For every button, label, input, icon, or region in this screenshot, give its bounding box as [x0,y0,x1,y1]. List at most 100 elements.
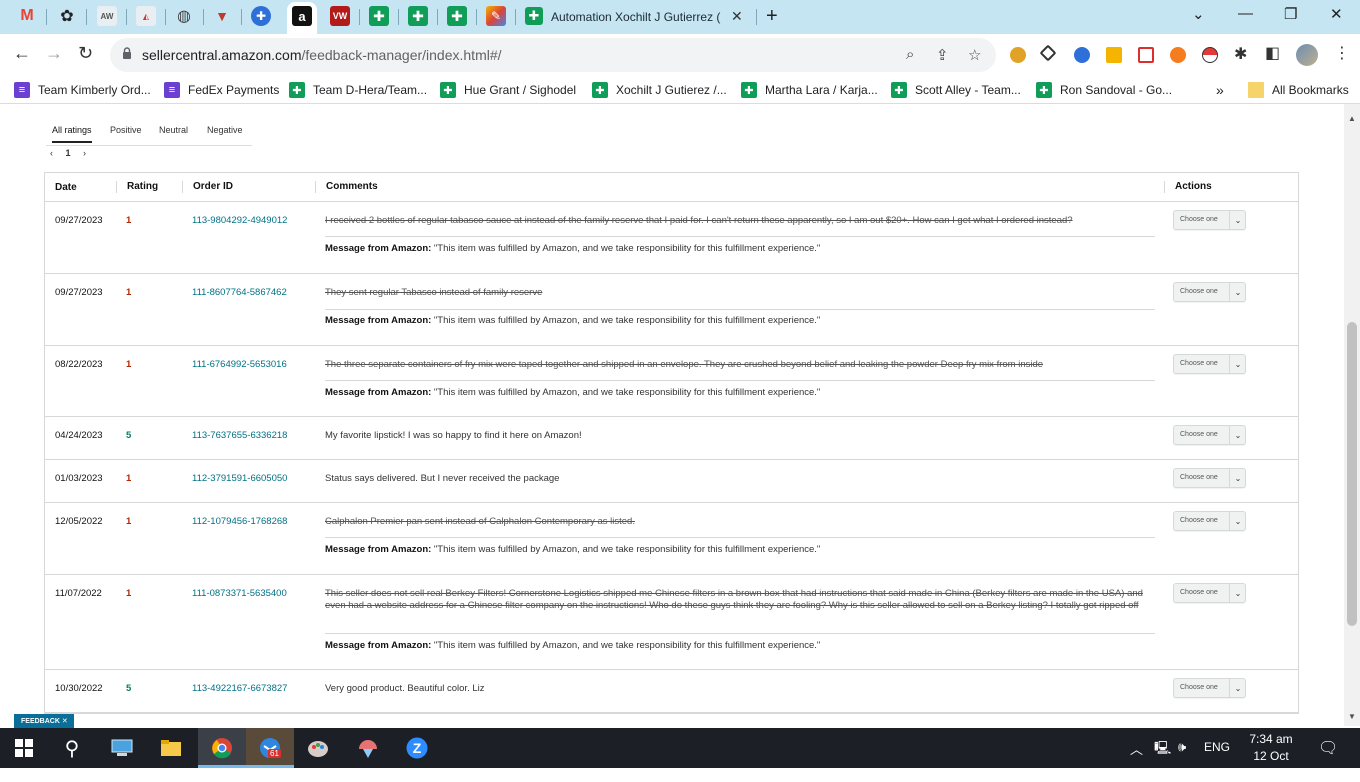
vw-tab-icon[interactable]: VW [330,6,350,26]
bookmark-item[interactable]: ✚ Martha Lara / Karja... [741,82,878,98]
scroll-up-icon[interactable]: ▲ [1348,114,1356,123]
share-icon[interactable]: ⇪ [936,46,949,64]
reload-icon[interactable]: ↻ [78,43,93,64]
amazon-message: Message from Amazon: "This item was fulf… [325,640,821,651]
order-id-link[interactable]: 111-0873371-5635400 [192,588,287,599]
chevron-down-icon: ⌄ [1229,355,1246,373]
bookmark-item[interactable]: ✚ Ron Sandoval - Go... [1036,82,1172,98]
triangle-tab-icon[interactable]: ▼ [212,6,232,26]
back-arrow-icon[interactable]: ← [13,43,31,64]
file-explorer-icon[interactable] [159,736,183,760]
action-dropdown[interactable]: Choose one ⌄ [1173,354,1246,374]
page-scrollbar[interactable]: ▲ ▼ [1344,104,1360,726]
network-icon[interactable]: 🖳 [1154,739,1171,761]
action-dropdown[interactable]: Choose one ⌄ [1173,678,1246,698]
windows-start-icon[interactable] [12,736,36,760]
sheets-tab-icon[interactable]: ✚ [369,6,389,26]
order-id-link[interactable]: 113-4922167-6673827 [192,683,287,694]
menu-kebab-icon[interactable]: ⋮ [1334,43,1350,63]
system-clock[interactable]: 7:34 am 12 Oct 2023 [1240,731,1302,782]
order-id-link[interactable]: 113-9804292-4949012 [192,215,287,226]
amazon-tab-icon[interactable]: a [292,6,312,26]
order-id-link[interactable]: 113-7637655-6336218 [192,430,287,441]
order-id-link[interactable]: 112-3791591-6605050 [192,473,287,484]
order-id-link[interactable]: 111-6764992-5653016 [192,359,287,370]
extension-icon[interactable] [1039,44,1057,62]
language-indicator[interactable]: ENG [1204,740,1230,754]
paint-icon[interactable] [306,736,330,760]
bookmark-item[interactable]: ✚ Scott Alley - Team... [891,82,1021,98]
extension-icon[interactable] [1138,47,1154,63]
extension-icon[interactable] [1170,47,1186,63]
list-icon: ≡ [164,82,180,98]
action-dropdown[interactable]: Choose one ⌄ [1173,511,1246,531]
extension-icon[interactable] [1202,47,1218,63]
tab-positive[interactable]: Positive [110,125,142,135]
computer-icon[interactable] [110,736,134,760]
zoom-app-icon[interactable]: Z [405,736,429,760]
sheets-tab-icon[interactable]: ✚ [447,6,467,26]
site-tab-icon[interactable]: ◭ [136,6,156,26]
feedback-button[interactable]: FEEDBACK ✕ [14,714,74,728]
chrome-icon[interactable] [210,736,234,760]
action-dropdown[interactable]: Choose one ⌄ [1173,425,1246,445]
pencil-tab-icon[interactable]: ✎ [486,6,506,26]
extension-icon[interactable] [1074,47,1090,63]
current-page[interactable]: 1 [66,148,71,158]
bookmark-star-icon[interactable]: ☆ [968,46,981,64]
list-icon: ≡ [14,82,30,98]
tab-neutral[interactable]: Neutral [159,125,188,135]
automation-tab[interactable]: ✚ Automation Xochilt J Gutierrez ( ✕ [525,6,755,28]
bookmark-item[interactable]: ≡ Team Kimberly Ord... [14,82,151,98]
amazon-message: Message from Amazon: "This item was fulf… [325,387,821,398]
action-dropdown[interactable]: Choose one ⌄ [1173,282,1246,302]
bookmark-item[interactable]: ✚ Team D-Hera/Team... [289,82,427,98]
close-window-button[interactable]: ✕ [1330,5,1343,23]
bookmark-item[interactable]: ✚ Xochilt J Gutierez /... [592,82,727,98]
scrollbar-thumb[interactable] [1347,322,1357,626]
search-icon[interactable]: ⚲ [60,736,84,760]
chevron-down-icon: ⌄ [1229,211,1246,229]
close-tab-icon[interactable]: ✕ [731,8,743,25]
sheets-tab-icon[interactable]: ✚ [408,6,428,26]
openai-tab-icon[interactable]: ✿ [57,6,77,26]
bookmarks-overflow-icon[interactable]: » [1216,82,1224,98]
site-tab-icon[interactable]: AW [97,6,117,26]
order-id-link[interactable]: 111-8607764-5867462 [192,287,287,298]
tab-negative[interactable]: Negative [207,125,243,135]
action-dropdown[interactable]: Choose one ⌄ [1173,583,1246,603]
bookmark-item[interactable]: ✚ Hue Grant / Sighodel [440,82,576,98]
helpdesk-tab-icon[interactable]: ✚ [251,6,271,26]
volume-icon[interactable]: 🕪 [1178,739,1186,755]
order-id-link[interactable]: 112-1079456-1768268 [192,516,287,527]
tab-all-ratings[interactable]: All ratings [52,125,92,143]
side-panel-icon[interactable]: ◧ [1265,43,1280,63]
extension-icon[interactable] [1010,47,1026,63]
action-dropdown[interactable]: Choose one ⌄ [1173,210,1246,230]
table-row: 08/22/2023 1 111-6764992-5653016 The thr… [45,346,1298,417]
zoom-icon[interactable]: ⌕ [906,46,914,63]
gmail-tab-icon[interactable]: M [17,6,37,26]
puzzle-icon[interactable]: ✱ [1234,44,1247,64]
notifications-icon[interactable]: 🗨 [1318,738,1338,758]
next-page-icon[interactable]: › [83,148,86,158]
extension-icon[interactable] [1106,47,1122,63]
sheets-icon: ✚ [592,82,608,98]
restore-button[interactable]: ❐ [1284,5,1297,23]
snipping-icon[interactable] [356,736,380,760]
action-dropdown[interactable]: Choose one ⌄ [1173,468,1246,488]
feedback-date: 01/03/2023 [55,473,103,484]
scroll-down-icon[interactable]: ▼ [1348,712,1356,721]
avatar[interactable] [1296,44,1318,66]
new-tab-button[interactable]: + [766,5,778,28]
tab-search-icon[interactable]: ⌄ [1192,5,1205,23]
prev-page-icon[interactable]: ‹ [50,148,53,158]
minimize-button[interactable]: — [1238,5,1253,22]
bookmark-item[interactable]: ≡ FedEx Payments [164,82,279,98]
feedback-comment: My favorite lipstick! I was so happy to … [325,430,582,441]
globe-tab-icon[interactable]: ◍ [174,6,194,26]
all-bookmarks[interactable]: All Bookmarks [1248,82,1349,98]
forward-arrow-icon[interactable]: → [45,43,63,64]
address-bar[interactable]: sellercentral.amazon.com/feedback-manage… [110,38,996,72]
tray-chevron-up-icon[interactable]: ︿ [1130,739,1143,758]
